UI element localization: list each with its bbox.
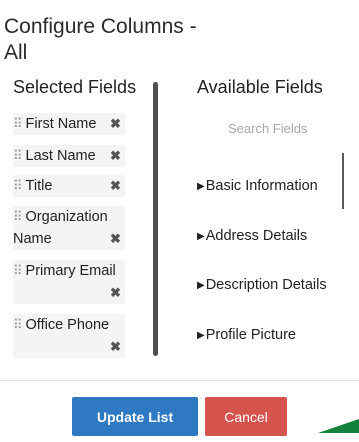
triangle-right-icon: ▶: [197, 280, 205, 291]
field-label: Office Phone: [25, 317, 110, 333]
drag-handle-icon[interactable]: ⠿: [13, 148, 23, 163]
selected-field-title[interactable]: ⠿ Title ✖: [13, 175, 125, 197]
drag-handle-icon[interactable]: ⠿: [13, 263, 23, 278]
selected-field-primary-email[interactable]: ⠿ Primary Email ✖: [13, 260, 125, 304]
remove-x-icon[interactable]: ✖: [110, 228, 121, 250]
drag-handle-icon[interactable]: ⠿: [13, 209, 23, 224]
remove-x-icon[interactable]: ✖: [110, 282, 121, 304]
group-label: Description Details: [205, 277, 327, 293]
remove-x-icon[interactable]: ✖: [110, 336, 121, 358]
selected-field-first-name[interactable]: ⠿ First Name ✖: [13, 113, 125, 135]
search-fields-input[interactable]: [224, 117, 342, 139]
green-corner-shape: [318, 419, 359, 433]
cancel-button[interactable]: Cancel: [205, 397, 287, 436]
available-group-description-details[interactable]: ▶Description Details: [197, 273, 337, 299]
selected-field-office-phone[interactable]: ⠿ Office Phone ✖: [13, 314, 125, 358]
selected-field-last-name[interactable]: ⠿ Last Name ✖: [13, 145, 125, 167]
selected-fields-scrollbar[interactable]: [153, 82, 158, 356]
triangle-right-icon: ▶: [197, 181, 205, 192]
field-label: Last Name: [25, 148, 96, 164]
available-group-profile-picture[interactable]: ▶Profile Picture: [197, 323, 337, 349]
dialog-title: Configure Columns - All: [4, 15, 197, 64]
field-label: Organization Name: [13, 209, 108, 247]
drag-handle-icon[interactable]: ⠿: [13, 317, 23, 332]
triangle-right-icon: ▶: [197, 231, 205, 242]
remove-x-icon[interactable]: ✖: [110, 113, 121, 135]
group-label: Address Details: [205, 228, 308, 244]
available-fields-heading: Available Fields: [197, 77, 323, 97]
field-label: First Name: [25, 116, 97, 132]
update-list-button[interactable]: Update List: [72, 397, 198, 436]
available-fields-scrollbar[interactable]: [342, 153, 344, 209]
remove-x-icon[interactable]: ✖: [110, 175, 121, 197]
drag-handle-icon[interactable]: ⠿: [13, 116, 23, 131]
group-label: Profile Picture: [205, 327, 296, 343]
group-label: Basic Information: [205, 178, 318, 194]
drag-handle-icon[interactable]: ⠿: [13, 178, 23, 193]
field-label: Primary Email: [25, 263, 116, 279]
footer-divider: [0, 380, 359, 381]
available-group-basic-information[interactable]: ▶Basic Information: [197, 174, 337, 200]
available-group-address-details[interactable]: ▶Address Details: [197, 224, 337, 250]
remove-x-icon[interactable]: ✖: [110, 145, 121, 167]
field-label: Title: [25, 178, 53, 194]
triangle-right-icon: ▶: [197, 330, 205, 341]
selected-fields-heading: Selected Fields: [13, 77, 137, 97]
selected-field-organization-name[interactable]: ⠿ Organization Name ✖: [13, 206, 125, 250]
configure-columns-dialog: Configure Columns - All Selected Fields …: [0, 0, 359, 442]
